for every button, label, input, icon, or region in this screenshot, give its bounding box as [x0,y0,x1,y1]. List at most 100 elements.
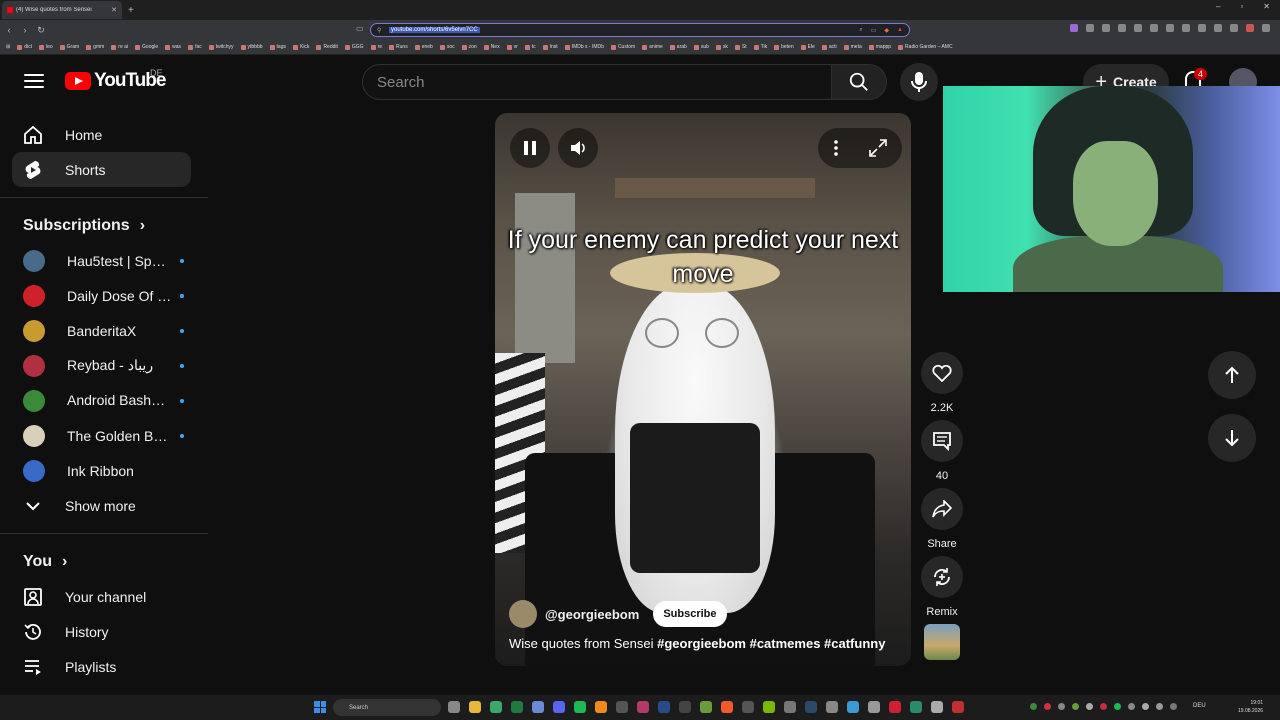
brave-browser-icon[interactable] [721,701,733,713]
file-explorer-icon[interactable] [469,701,481,713]
hamburger-menu-icon[interactable] [24,72,44,90]
app-icon[interactable] [826,701,838,713]
tray-icon[interactable] [1058,703,1065,710]
bookmark-item[interactable]: Custom [610,44,635,50]
bookmark-item[interactable]: vr [506,44,518,50]
bookmark-item[interactable]: Tik [753,44,767,50]
volume-button[interactable] [558,128,598,168]
bookmark-item[interactable]: acti [821,44,837,50]
new-tab-icon[interactable]: + [128,5,134,16]
sidebar-item-home[interactable]: Home [12,117,191,152]
extension-icon[interactable] [1086,24,1094,32]
rewards-icon[interactable]: ▲ [897,27,903,34]
comments-button[interactable]: 40 [921,420,963,482]
sidebar-item-playlists[interactable]: Playlists [12,649,191,684]
bookmark-item[interactable]: sub [693,44,709,50]
share-button[interactable]: Share [921,488,963,550]
bookmark-item[interactable]: sk [715,44,728,50]
app-icon[interactable] [679,701,691,713]
tray-icon[interactable] [1100,703,1107,710]
app-icon[interactable] [700,701,712,713]
reload-icon[interactable]: ↻ [34,25,48,36]
app-icon[interactable] [532,701,544,713]
subscription-item[interactable]: Reybad - ريباد [12,348,191,383]
shorts-video-player[interactable]: If your enemy can predict your next move… [495,113,911,666]
bookmark-item[interactable]: arab [669,44,687,50]
bookmark-item[interactable]: IMDb s - IMDb [564,44,604,50]
app-icon[interactable] [637,701,649,713]
remix-button[interactable]: Remix [921,556,963,618]
bookmark-item[interactable]: twitchyy [208,44,234,50]
bookmark-item[interactable]: soc [439,44,455,50]
bookmark-item[interactable]: Reddit [316,44,338,50]
minimize-icon[interactable]: – [1216,2,1220,11]
browser-tab[interactable]: (4) Wise quotes from Sensei ✕ [2,1,122,19]
sidebar-item-shorts[interactable]: Shorts [12,152,191,187]
bookmark-item[interactable]: GGG [344,44,364,50]
url-field[interactable]: ⚲ youtube.com/shorts/6v5elvn7CC ⌕ ▭ ◆ ▲ [370,23,910,37]
sidebar-item-your-channel[interactable]: Your channel [12,579,191,614]
fullscreen-button[interactable] [858,128,898,168]
media-player-icon[interactable] [616,701,628,713]
channel-avatar[interactable] [509,600,537,628]
subscription-item[interactable]: The Golden Bala... [12,418,191,453]
tray-icon[interactable] [1142,703,1149,710]
keyboard-language[interactable]: DEU [1193,703,1206,709]
bookmark-item[interactable]: fac [188,44,202,50]
bookmark-item[interactable]: ytbbbb [240,44,263,50]
bookmark-item[interactable]: St [734,44,747,50]
app-icon[interactable] [910,701,922,713]
menu-dots-icon[interactable] [1262,24,1270,32]
windows-start-icon[interactable] [314,701,326,713]
extension-icon[interactable] [1214,24,1222,32]
bookmark-item[interactable]: re [370,44,382,50]
spotify-icon[interactable] [574,701,586,713]
search-input[interactable] [377,73,831,91]
channel-name[interactable]: @georgieebom [545,607,639,622]
bookmark-item[interactable]: Gram [59,44,79,50]
forward-icon[interactable]: › [18,25,32,35]
back-icon[interactable]: ‹ [2,25,16,35]
site-info-icon[interactable]: ⚲ [377,27,381,34]
close-tab-icon[interactable]: ✕ [111,6,117,14]
subscribe-button[interactable]: Subscribe [653,601,727,627]
bookmark-item[interactable]: Inst [542,44,558,50]
bookmark-item[interactable]: beten [774,44,794,50]
extension-icon[interactable] [1102,24,1110,32]
zoom-icon[interactable]: ⌕ [859,27,862,34]
bookmark-item[interactable]: dict [17,44,32,50]
tray-icon[interactable] [1072,703,1079,710]
bookmark-item[interactable]: meta [843,44,862,50]
subscriptions-heading[interactable]: Subscriptions › [23,217,145,235]
app-icon[interactable] [931,701,943,713]
taskbar-clock[interactable]: 19:01 19.08.2026 [1238,699,1263,715]
show-more-button[interactable]: Show more [12,488,191,523]
vivaldi-icon[interactable] [952,701,964,713]
extension-icon[interactable] [1230,24,1238,32]
bookmark-item[interactable]: eneb [414,44,433,50]
excel-icon[interactable] [511,701,523,713]
bookmark-item[interactable]: Nex [483,44,500,50]
tray-icon[interactable] [1156,703,1163,710]
bookmark-item[interactable]: Radio Garden – AMC [898,44,953,50]
tray-icon[interactable] [1030,703,1037,710]
tray-icon[interactable] [1086,703,1093,710]
close-window-icon[interactable]: ✕ [1263,2,1270,11]
app-icon[interactable] [868,701,880,713]
bookmark-item[interactable]: tc [524,44,536,50]
brave-shield-icon[interactable]: ◆ [884,27,889,34]
voice-search-button[interactable] [900,63,938,101]
extension-icon[interactable] [1070,24,1078,32]
next-short-button[interactable] [1208,414,1256,462]
subscription-item[interactable]: Android Basha | ا... [12,383,191,418]
app-icon[interactable] [490,701,502,713]
discord-icon[interactable] [553,701,565,713]
bookmark-page-icon[interactable]: ▭ [356,24,364,33]
bookmark-item[interactable]: gmm [86,44,104,50]
extension-icon[interactable] [1166,24,1174,32]
bookmark-item[interactable]: anime [642,44,663,50]
tray-icon[interactable] [1170,703,1177,710]
apps-icon[interactable]: ⊞ [6,44,10,50]
tray-icon[interactable] [1044,703,1051,710]
taskview-icon[interactable] [448,701,460,713]
